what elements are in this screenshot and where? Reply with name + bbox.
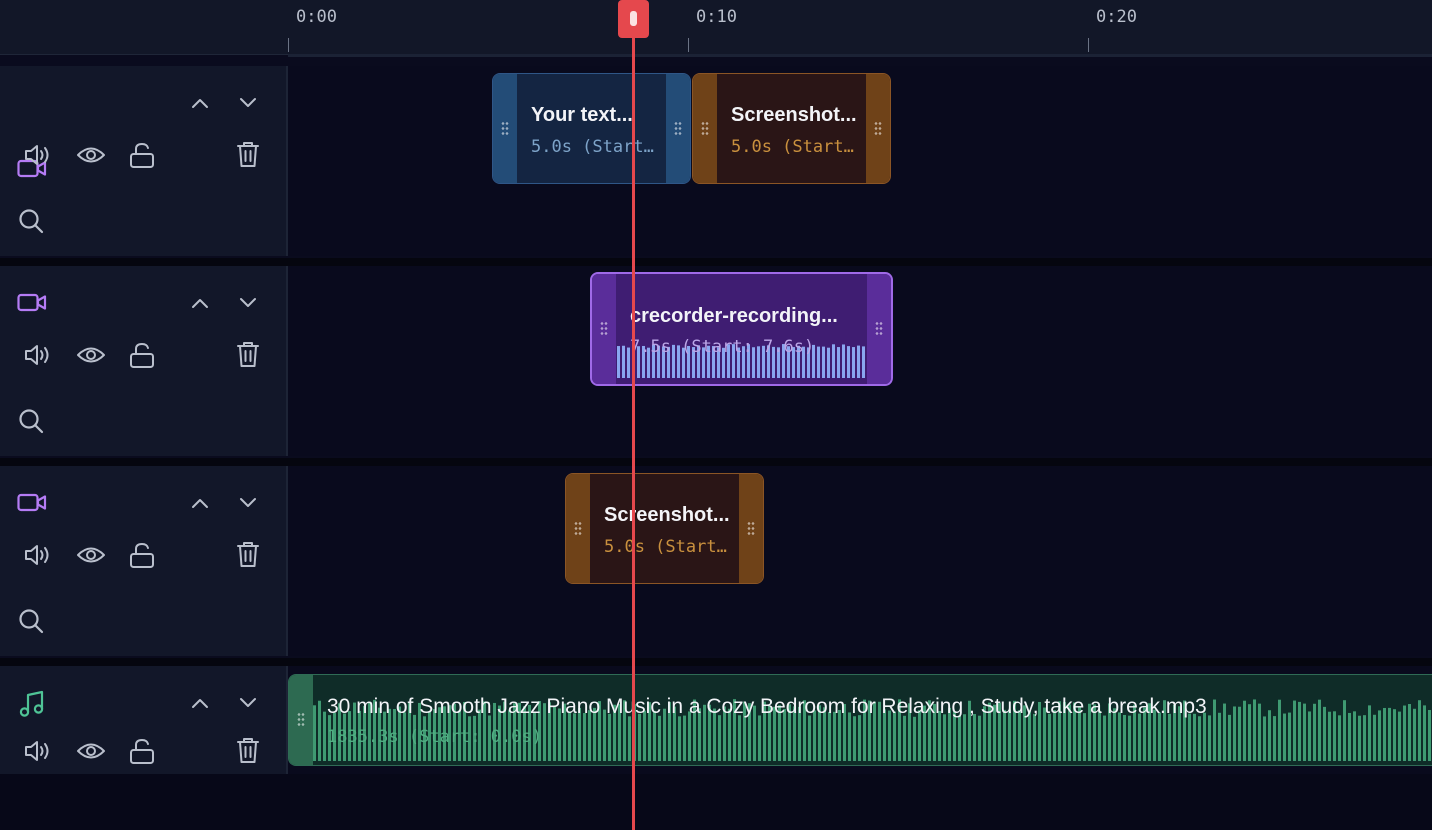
timeline-clip-audio[interactable]: 30 min of Smooth Jazz Piano Music in a C… <box>288 674 1432 766</box>
unlock-icon[interactable] <box>128 341 156 369</box>
clip-title: Your text... <box>531 104 633 126</box>
ruler-tick <box>288 38 289 52</box>
trash-icon[interactable] <box>235 340 261 368</box>
chevron-up-icon[interactable] <box>190 297 210 309</box>
clip-trim-handle-left[interactable] <box>592 274 616 384</box>
chevron-down-icon[interactable] <box>238 97 258 109</box>
speaker-icon[interactable] <box>23 738 53 764</box>
speaker-icon[interactable] <box>23 542 53 568</box>
clip-trim-handle-left[interactable] <box>289 675 313 765</box>
clip-duration: 5.0s (Start: 10.0s) <box>731 137 860 157</box>
track-divider <box>0 458 1432 466</box>
trash-icon[interactable] <box>235 540 261 568</box>
chevron-up-icon[interactable] <box>190 697 210 709</box>
clip-title: 30 min of Smooth Jazz Piano Music in a C… <box>327 695 1207 718</box>
unlock-icon[interactable] <box>128 737 156 765</box>
clip-trim-handle-left[interactable] <box>566 474 590 583</box>
clip-trim-handle-left[interactable] <box>693 74 717 183</box>
timeline-ruler[interactable]: 0:00 0:10 0:20 <box>288 0 1432 57</box>
timeline-clip-text[interactable]: Your text... 5.0s (Start: 5.1s) <box>492 73 691 184</box>
timeline-clip-video[interactable]: crecorder-recording... 7.5s (Start: 7.6s… <box>590 272 893 386</box>
trash-icon[interactable] <box>235 736 261 764</box>
track-divider <box>0 658 1432 666</box>
playhead-line[interactable] <box>632 36 635 830</box>
timeline-clip-image[interactable]: Screenshot... 5.0s (Start: 7.0s) <box>565 473 764 584</box>
search-icon[interactable] <box>17 607 45 635</box>
ruler-label: 0:10 <box>696 7 737 27</box>
speaker-icon[interactable] <box>23 342 53 368</box>
music-note-icon <box>17 689 47 719</box>
clip-duration: 7.5s (Start: 7.6s) <box>630 337 815 357</box>
timeline-footer-space <box>0 774 1432 830</box>
chevron-down-icon[interactable] <box>238 697 258 709</box>
clip-title: crecorder-recording... <box>630 305 838 327</box>
unlock-icon[interactable] <box>128 141 156 169</box>
track-divider <box>0 258 1432 266</box>
clip-title: Screenshot... <box>731 104 857 126</box>
eye-icon[interactable] <box>76 544 106 566</box>
clip-trim-handle-right[interactable] <box>739 474 763 583</box>
clip-duration: 1835.3s (Start: 0.0s) <box>327 727 542 747</box>
chevron-up-icon[interactable] <box>190 497 210 509</box>
clip-trim-handle-right[interactable] <box>866 74 890 183</box>
ruler-corner <box>0 0 288 55</box>
ruler-tick <box>688 38 689 52</box>
speaker-icon[interactable] <box>23 142 53 168</box>
clip-trim-handle-right[interactable] <box>666 74 690 183</box>
clip-duration: 5.0s (Start: 7.0s) <box>604 537 733 557</box>
ruler-label: 0:00 <box>296 7 337 27</box>
track-lane-3[interactable] <box>288 466 1432 656</box>
search-icon[interactable] <box>17 207 45 235</box>
clip-title: Screenshot... <box>604 504 730 526</box>
video-camera-icon <box>17 290 47 314</box>
video-camera-icon <box>17 490 47 514</box>
eye-icon[interactable] <box>76 144 106 166</box>
eye-icon[interactable] <box>76 344 106 366</box>
trash-icon[interactable] <box>235 140 261 168</box>
timeline-clip-image[interactable]: Screenshot... 5.0s (Start: 10.0s) <box>692 73 891 184</box>
playhead-handle[interactable] <box>618 0 649 38</box>
chevron-down-icon[interactable] <box>238 297 258 309</box>
search-icon[interactable] <box>17 407 45 435</box>
unlock-icon[interactable] <box>128 541 156 569</box>
clip-trim-handle-right[interactable] <box>867 274 891 384</box>
ruler-tick <box>1088 38 1089 52</box>
chevron-up-icon[interactable] <box>190 97 210 109</box>
clip-duration: 5.0s (Start: 5.1s) <box>531 137 660 157</box>
chevron-down-icon[interactable] <box>238 497 258 509</box>
ruler-label: 0:20 <box>1096 7 1137 27</box>
eye-icon[interactable] <box>76 740 106 762</box>
clip-trim-handle-left[interactable] <box>493 74 517 183</box>
